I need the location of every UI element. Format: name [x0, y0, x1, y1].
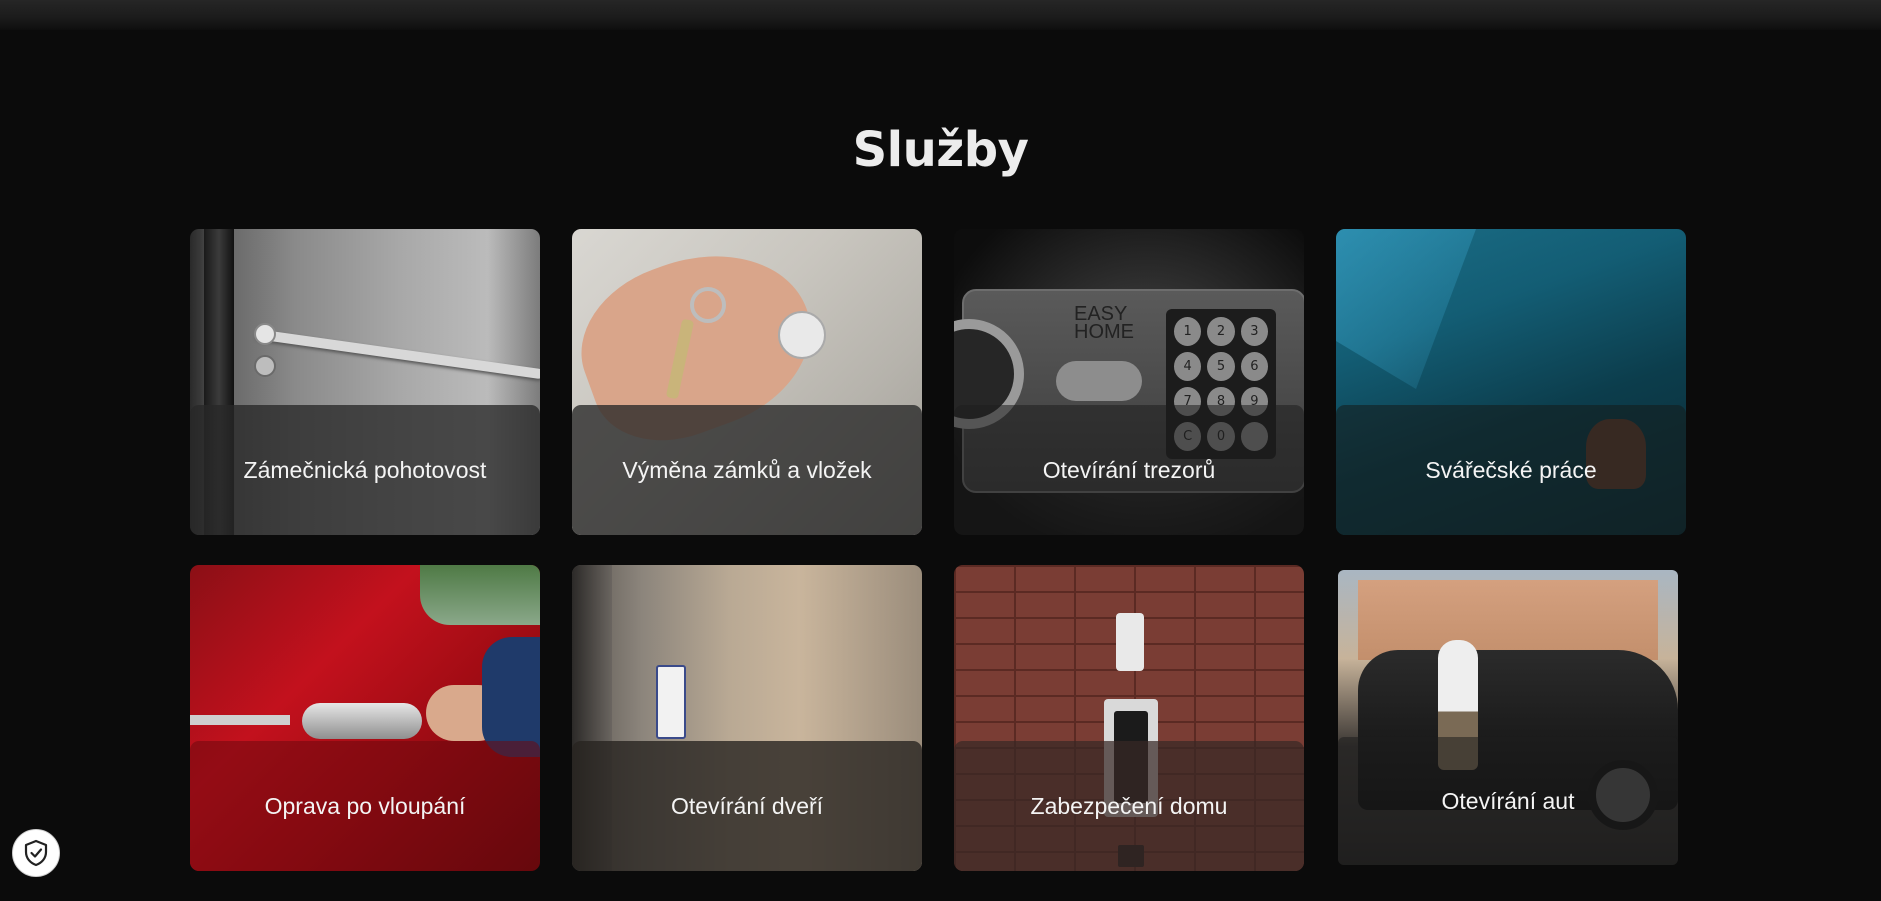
light-beam	[1336, 229, 1476, 389]
keypad-key: 3	[1240, 317, 1268, 346]
service-card-home-security[interactable]: Zabezpečení domu	[954, 565, 1304, 871]
service-card-label: Výměna zámků a vložek	[622, 456, 872, 483]
service-card-caption: Otevírání dveří	[572, 741, 922, 871]
window	[420, 565, 540, 625]
service-card-welding[interactable]: Svářečské práce	[1336, 229, 1686, 535]
house	[1358, 580, 1658, 660]
service-card-label: Svářečské práce	[1425, 456, 1597, 483]
top-navigation-bar	[0, 0, 1881, 30]
keypad-key: 4	[1174, 352, 1202, 381]
safe-handle	[1056, 361, 1142, 401]
key-tag	[656, 665, 686, 739]
brand-text-line: HOME	[1074, 321, 1134, 343]
door-handle	[255, 329, 540, 380]
keypad-key: 2	[1207, 317, 1235, 346]
service-card-safe-opening[interactable]: EASY HOME 1 2 3 4 5 6 7 8 9 C 0 Otevírán…	[954, 229, 1304, 535]
brand-text: EASY HOME	[1074, 304, 1134, 343]
service-card-label: Zámečnická pohotovost	[243, 456, 487, 483]
chrome-trim	[190, 715, 290, 725]
service-card-caption: Otevírání trezorů	[954, 405, 1304, 535]
service-card-caption: Svářečské práce	[1336, 405, 1686, 535]
lock-cylinder	[254, 355, 276, 377]
service-card-caption: Výměna zámků a vložek	[572, 405, 922, 535]
key-ring	[690, 287, 726, 323]
service-card-emergency-locksmith[interactable]: Zámečnická pohotovost	[190, 229, 540, 535]
service-card-caption: Otevírání aut	[1338, 737, 1678, 865]
keypad-key: 5	[1207, 352, 1235, 381]
keypad-key: 6	[1240, 352, 1268, 381]
service-card-label: Oprava po vloupání	[264, 792, 466, 819]
car-door-handle	[302, 703, 422, 739]
service-card-caption: Oprava po vloupání	[190, 741, 540, 871]
service-card-label: Otevírání aut	[1441, 787, 1575, 814]
wall-light	[1116, 613, 1144, 671]
lock-on-door	[778, 311, 826, 359]
privacy-settings-button[interactable]	[12, 829, 60, 877]
service-card-label: Otevírání trezorů	[1042, 456, 1216, 483]
page-title: Služby	[852, 122, 1029, 178]
service-card-label: Zabezpečení domu	[1030, 792, 1228, 819]
sleeve	[482, 637, 540, 757]
shield-check-icon	[24, 839, 48, 867]
keypad-key: 1	[1174, 317, 1202, 346]
service-card-label: Otevírání dveří	[670, 792, 824, 819]
handle-rosette	[254, 323, 276, 345]
service-card-door-opening[interactable]: Otevírání dveří	[572, 565, 922, 871]
service-card-car-opening[interactable]: Otevírání aut	[1338, 570, 1678, 865]
service-card-caption: Zámečnická pohotovost	[190, 405, 540, 535]
service-card-caption: Zabezpečení domu	[954, 741, 1304, 871]
service-card-burglary-repair[interactable]: Oprava po vloupání	[190, 565, 540, 871]
service-card-lock-replacement[interactable]: Výměna zámků a vložek	[572, 229, 922, 535]
